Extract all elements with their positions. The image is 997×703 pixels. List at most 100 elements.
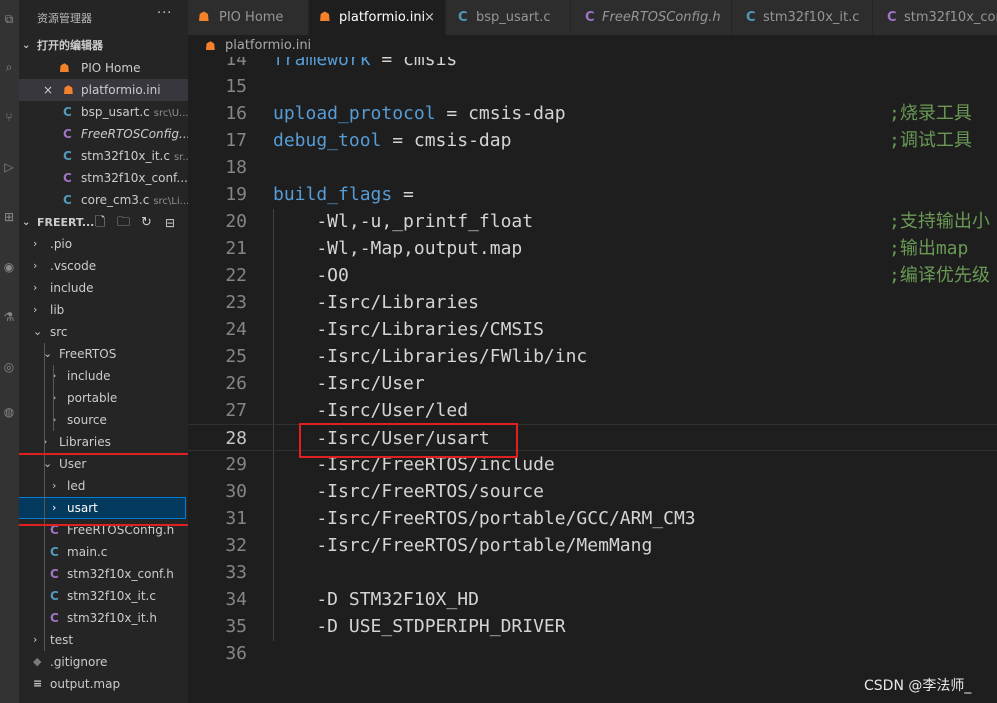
tab-stm32-it[interactable]: C stm32f10x_it.c <box>732 0 873 35</box>
code-line[interactable]: 19 build_flags = <box>188 181 997 208</box>
code-value: -Wl,-u,_printf_float <box>273 211 534 232</box>
text-file-icon: ≡ <box>33 677 43 690</box>
chevron-right-icon: › <box>33 259 38 272</box>
tab-label: bsp_usart.c <box>476 10 551 25</box>
tree-folder-vscode[interactable]: › .vscode <box>19 255 188 277</box>
line-number: 15 <box>225 76 247 97</box>
open-editor-item-active[interactable]: × ☗ platformio.ini <box>19 79 188 101</box>
watermark: CSDN @李法师_ <box>864 678 972 694</box>
refresh-icon[interactable]: ↻ <box>141 212 152 234</box>
tree-folder-pio[interactable]: › .pio <box>19 233 188 255</box>
tab-stm32-conf[interactable]: C stm32f10x_conf... <box>873 0 997 35</box>
chevron-right-icon: › <box>33 303 38 316</box>
code-line[interactable]: 27 -Isrc/User/led <box>188 397 997 424</box>
c-file-icon: C <box>63 105 72 119</box>
code-text: -D USE_STDPERIPH_DRIVER <box>273 613 565 640</box>
code-text: -Isrc/User/led <box>273 397 468 424</box>
code-line[interactable]: 25 -Isrc/Libraries/FWlib/inc <box>188 343 997 370</box>
tree-label: stm32f10x_it.h <box>67 611 157 625</box>
tab-pio-home[interactable]: ☗ PIO Home <box>188 0 309 35</box>
c-file-icon: C <box>50 589 59 603</box>
source-control-icon[interactable]: ⑂ <box>2 110 16 124</box>
code-text: -Wl,-Map,output.map <box>273 235 522 262</box>
code-value: -Isrc/FreeRTOS/source <box>273 481 544 502</box>
testing-icon[interactable]: ⚗ <box>2 310 16 324</box>
explorer-icon[interactable]: ⧉ <box>2 12 16 26</box>
code-line[interactable]: 28 -Isrc/User/usart <box>188 424 997 451</box>
code-line[interactable]: 35 -D USE_STDPERIPH_DRIVER <box>188 613 997 640</box>
account-icon[interactable]: ◍ <box>2 405 16 419</box>
code-line[interactable]: 31 -Isrc/FreeRTOS/portable/GCC/ARM_CM3 <box>188 505 997 532</box>
open-editors-header[interactable]: ⌄ 打开的编辑器 <box>19 35 188 57</box>
tree-label: source <box>67 413 107 427</box>
tree-folder-src[interactable]: ⌄ src <box>19 321 188 343</box>
code-line[interactable]: 21 -Wl,-Map,output.map ;输出map <box>188 235 997 262</box>
open-editor-item[interactable]: C bsp_usart.c src\U... <box>19 101 188 123</box>
breadcrumb: ☗ platformio.ini <box>188 35 997 57</box>
run-debug-icon[interactable]: ▷ <box>2 160 16 174</box>
code-line[interactable]: 20 -Wl,-u,_printf_float ;支持输出小 <box>188 208 997 235</box>
line-number: 18 <box>225 157 247 178</box>
c-file-icon: C <box>50 545 59 559</box>
project-folder-header[interactable]: ⌄ FREERT... 🗋 🗀 ↻ ⊟ <box>19 212 188 234</box>
code-line[interactable]: 15 <box>188 73 997 100</box>
open-editor-item[interactable]: C stm32f10x_conf... <box>19 167 188 189</box>
code-line[interactable]: 34 -D STM32F10X_HD <box>188 586 997 613</box>
h-file-icon: C <box>585 10 595 25</box>
tab-freertosconfig[interactable]: C FreeRTOSConfig.h <box>571 0 732 35</box>
more-actions-icon[interactable]: ··· <box>157 6 172 21</box>
tree-label: stm32f10x_it.c <box>67 589 156 603</box>
code-value: = <box>392 184 414 205</box>
close-icon[interactable]: × <box>43 79 53 101</box>
code-line[interactable]: 32 -Isrc/FreeRTOS/portable/MemMang <box>188 532 997 559</box>
code-line[interactable]: 26 -Isrc/User <box>188 370 997 397</box>
file-path: sr... <box>173 152 188 163</box>
c-file-icon: C <box>746 10 756 25</box>
tree-folder-lib[interactable]: › lib <box>19 299 188 321</box>
code-line[interactable]: 17 debug_tool = cmsis-dap ;调试工具 <box>188 127 997 154</box>
line-number: 26 <box>225 373 247 394</box>
code-line[interactable]: 36 <box>188 640 997 667</box>
code-editor[interactable]: 14 framework = cmsis 15 16 upload_protocol =… <box>188 57 997 703</box>
tree-label: User <box>59 457 87 471</box>
extensions-icon[interactable]: ⊞ <box>2 210 16 224</box>
code-line[interactable]: 29 -Isrc/FreeRTOS/include <box>188 451 997 478</box>
platformio-icon[interactable]: ◉ <box>2 260 16 274</box>
code-line[interactable]: 23 -Isrc/Libraries <box>188 289 997 316</box>
code-line[interactable]: 30 -Isrc/FreeRTOS/source <box>188 478 997 505</box>
activity-bar: ⧉ ⌕ ⑂ ▷ ⊞ ◉ ⚗ ◎ ◍ <box>0 0 19 703</box>
tree-label: usart <box>67 501 98 515</box>
open-editor-item[interactable]: ☗ PIO Home <box>19 57 188 79</box>
collapse-all-icon[interactable]: ⊟ <box>165 212 175 234</box>
tree-file-outputmap[interactable]: ≡ output.map <box>19 673 188 695</box>
close-tab-icon[interactable]: × <box>424 0 435 35</box>
tab-platformio-ini[interactable]: ☗ platformio.ini × <box>309 0 446 35</box>
code-line[interactable]: 24 -Isrc/Libraries/CMSIS <box>188 316 997 343</box>
code-line[interactable]: 18 <box>188 154 997 181</box>
open-editor-item[interactable]: C core_cm3.c src\Li... <box>19 189 188 211</box>
tab-bsp-usart[interactable]: C bsp_usart.c <box>446 0 571 35</box>
new-file-icon[interactable]: 🗋 <box>95 212 105 234</box>
remote-icon[interactable]: ◎ <box>2 360 16 374</box>
code-line[interactable]: 22 -O0 ;编译优先级 <box>188 262 997 289</box>
code-text: -Isrc/FreeRTOS/include <box>273 451 554 478</box>
line-number: 22 <box>225 265 247 286</box>
line-number: 14 <box>225 57 247 70</box>
file-path: src\U... <box>153 108 188 119</box>
code-line[interactable]: 14 framework = cmsis <box>188 57 997 73</box>
open-editor-item[interactable]: C FreeRTOSConfig... <box>19 123 188 145</box>
code-line[interactable]: 16 upload_protocol = cmsis-dap ;烧录工具 <box>188 100 997 127</box>
code-line[interactable]: 33 <box>188 559 997 586</box>
breadcrumb-file[interactable]: platformio.ini <box>225 35 311 57</box>
tree-label: .gitignore <box>50 655 108 669</box>
search-icon[interactable]: ⌕ <box>2 60 16 74</box>
code-text: -Isrc/FreeRTOS/portable/GCC/ARM_CM3 <box>273 505 695 532</box>
code-text: -Isrc/User/usart <box>273 425 489 452</box>
tree-folder-include[interactable]: › include <box>19 277 188 299</box>
new-folder-icon[interactable]: 🗀 <box>117 212 130 234</box>
code-text: debug_tool = cmsis-dap <box>273 127 511 154</box>
tree-file-gitignore[interactable]: ◆ .gitignore <box>19 651 188 673</box>
tab-label: platformio.ini <box>339 10 426 25</box>
code-value: -O0 <box>273 265 349 286</box>
open-editor-item[interactable]: C stm32f10x_it.csr... <box>19 145 188 167</box>
